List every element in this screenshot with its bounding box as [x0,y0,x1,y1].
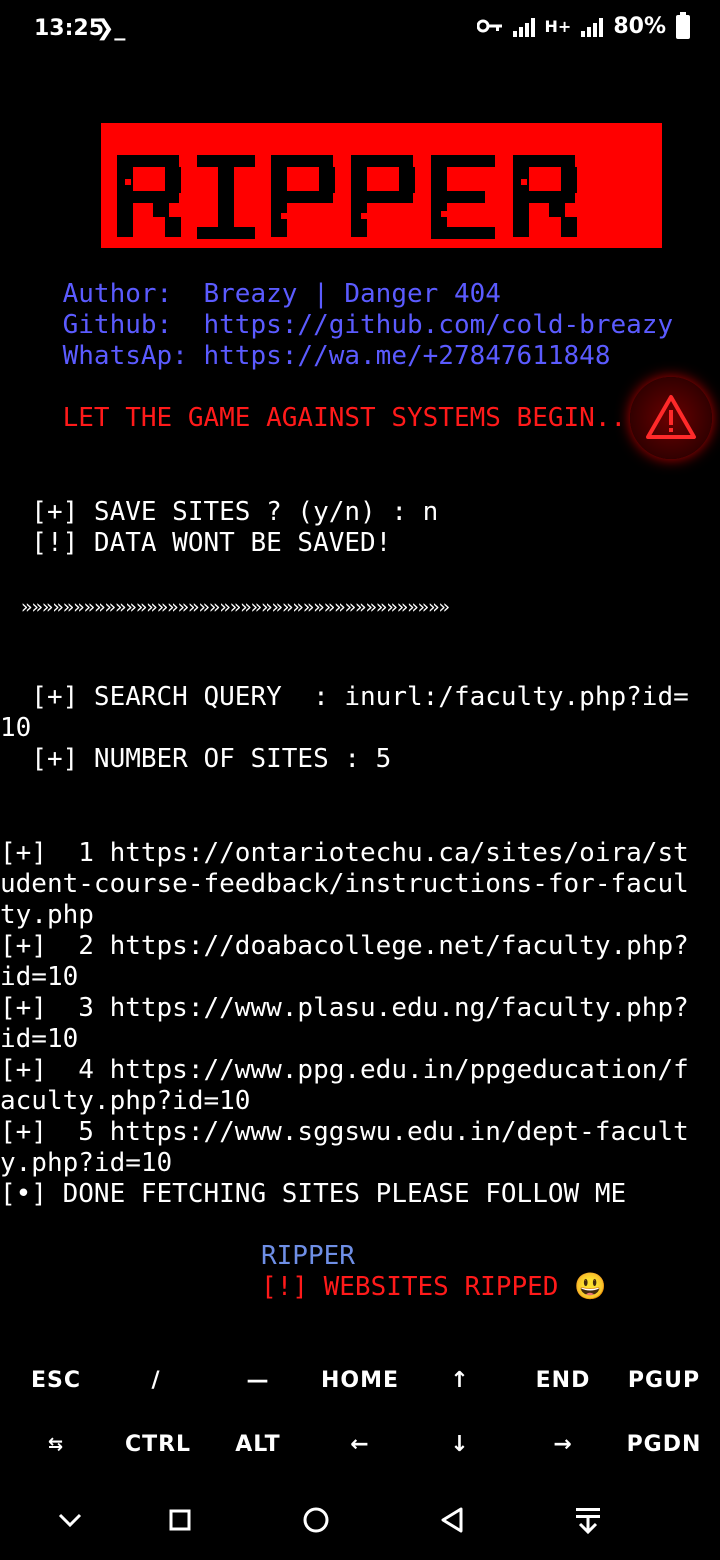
author-line: Author: Breazy | Danger 404 [0,279,501,309]
footer-message: [!] WEBSITES RIPPED 😃 [261,1272,607,1302]
hide-keyboard-chevron-icon[interactable] [48,1498,92,1542]
key-alt[interactable]: ALT [208,1414,308,1474]
result-line: [+] 2 https://doabacollege.net/faculty.p… [0,931,689,961]
signal-icon [512,17,535,37]
network-type: H+ [544,17,572,36]
result-line: aculty.php?id=10 [0,1086,251,1116]
key-pgup[interactable]: PGUP [614,1350,714,1410]
key-ctrl[interactable]: CTRL [108,1414,208,1474]
save-prompt: [+] SAVE SITES ? (y/n) : n [0,497,439,527]
battery-percent: 80% [613,14,666,39]
result-line: [+] 5 https://www.sggswu.edu.in/dept-fac… [0,1117,689,1147]
key-right[interactable]: → [513,1414,613,1474]
result-line: id=10 [0,1024,79,1054]
result-line: [+] 4 https://www.ppg.edu.in/ppgeducatio… [0,1055,689,1085]
navigation-bar [0,1480,720,1560]
key-left[interactable]: ← [310,1414,410,1474]
slogan-line: LET THE GAME AGAINST SYSTEMS BEGIN... [0,403,642,433]
github-line: Github: https://github.com/cold-breazy [0,310,674,340]
result-line: y.php?id=10 [0,1148,173,1178]
warning-icon [630,377,712,459]
home-button-icon[interactable] [294,1498,338,1542]
status-bar: 13:25 ❯_ H+ 80% [0,0,720,60]
key-slash[interactable]: / [106,1350,206,1410]
key-pgdn[interactable]: PGDN [614,1414,714,1474]
keyboard-switch-icon[interactable] [566,1498,610,1542]
recents-button-icon[interactable] [158,1498,202,1542]
done-line: [•] DONE FETCHING SITES PLEASE FOLLOW ME [0,1179,627,1209]
result-line: ty.php [0,900,94,930]
key-end[interactable]: END [513,1350,613,1410]
whatsapp-line: WhatsAp: https://wa.me/+27847611848 [0,341,611,371]
battery-icon [676,11,690,39]
key-up[interactable]: ↑ [410,1350,510,1410]
status-time: 13:25 [34,16,105,41]
divider: »»»»»»»»»»»»»»»»»»»»»»»»»»»»»»»»»»»»»»»»… [0,596,450,618]
vpn-key-icon [476,14,503,39]
terminal-prompt-icon: ❯_ [96,16,126,41]
key-tab[interactable]: ⇆ [6,1414,106,1474]
signal-icon-2 [581,17,604,37]
save-result: [!] DATA WONT BE SAVED! [0,528,392,558]
result-line: [+] 1 https://ontariotechu.ca/sites/oira… [0,838,689,868]
key-home[interactable]: HOME [310,1350,410,1410]
result-line: id=10 [0,962,79,992]
footer-title: RIPPER [261,1241,355,1271]
number-of-sites: [+] NUMBER OF SITES : 5 [0,744,392,774]
status-icons: H+ 80% [476,11,690,39]
result-line: udent-course-feedback/instructions-for-f… [0,869,689,899]
extra-keys-bar: ESC / — HOME ↑ END PGUP ⇆ CTRL ALT ← ↓ →… [0,1350,720,1480]
search-query-cont: 10 [0,713,32,743]
key-esc[interactable]: ESC [6,1350,106,1410]
key-dash[interactable]: — [208,1350,308,1410]
result-line: [+] 3 https://www.plasu.edu.ng/faculty.p… [0,993,689,1023]
ripper-banner-logo [101,123,662,248]
back-button-icon[interactable] [430,1498,474,1542]
search-query-line: [+] SEARCH QUERY : inurl:/faculty.php?id… [0,682,689,712]
key-down[interactable]: ↓ [410,1414,510,1474]
